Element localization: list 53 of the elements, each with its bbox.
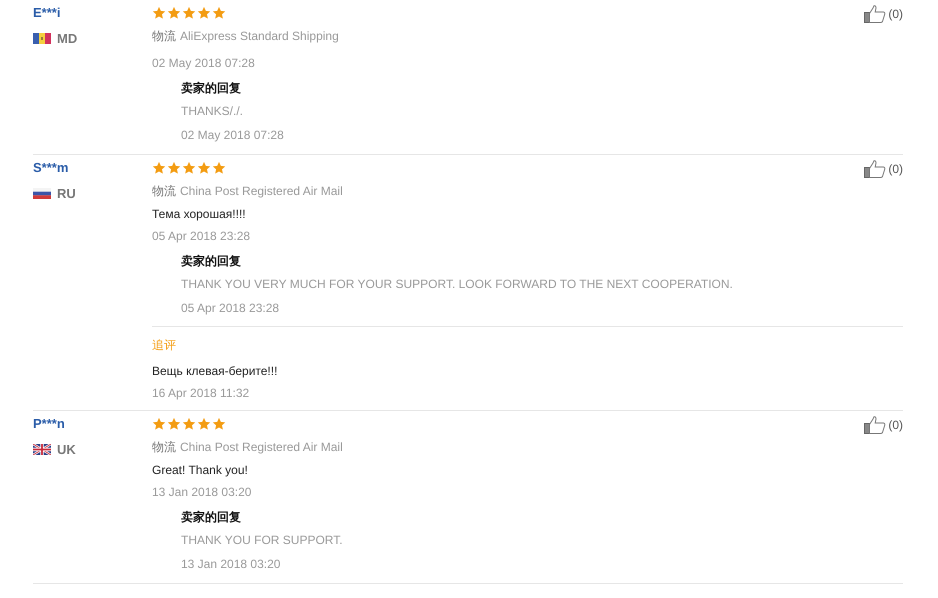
country-code: RU	[57, 185, 76, 203]
reply-text: THANK YOU VERY MUCH FOR YOUR SUPPORT. LOOK FORWARD TO THE NEXT COOPERATION.	[181, 276, 734, 293]
shipping-method: China Post Registered Air Mail	[180, 183, 343, 200]
star-icon	[212, 6, 226, 20]
country-code: UK	[57, 441, 76, 459]
star-icon	[182, 161, 196, 175]
star-icon	[152, 161, 166, 175]
reviewer-name: E***i	[33, 5, 62, 21]
reply-text: THANK YOU FOR SUPPORT.	[181, 532, 344, 549]
star-icon	[197, 6, 211, 20]
reply-heading: 卖家的回复	[181, 253, 242, 270]
star-icon	[182, 6, 196, 20]
flag-icon	[33, 33, 51, 44]
reply-text: THANKS/./.	[181, 103, 244, 120]
thumbs-up-icon	[864, 160, 886, 178]
like-count: (0)	[888, 161, 903, 178]
reply-date: 13 Jan 2018 03:20	[181, 556, 282, 573]
like-count: (0)	[888, 6, 903, 23]
reply-date: 05 Apr 2018 23:28	[181, 300, 280, 317]
reviewer-name: P***n	[33, 416, 66, 432]
star-icon	[152, 6, 166, 20]
star-icon	[212, 417, 226, 431]
follow-up-heading: 追评	[152, 337, 177, 354]
like-count: (0)	[888, 417, 903, 434]
reply-date: 02 May 2018 07:28	[181, 127, 285, 144]
review-date: 02 May 2018 07:28	[152, 55, 256, 72]
star-icon	[197, 417, 211, 431]
flag-icon	[33, 188, 51, 200]
reviewer-name: S***m	[33, 160, 70, 176]
star-icon	[167, 417, 181, 431]
review-text: Тема хорошая!!!!	[152, 206, 247, 223]
star-icon	[212, 161, 226, 175]
reply-heading: 卖家的回复	[181, 80, 242, 97]
shipping-label: 物流	[152, 439, 176, 456]
star-icon	[167, 161, 181, 175]
thumbs-up-icon	[864, 416, 886, 434]
shipping-label: 物流	[152, 28, 176, 45]
star-icon	[182, 417, 196, 431]
shipping-method: AliExpress Standard Shipping	[180, 28, 339, 45]
follow-up-text: Вещь клевая-берите!!!	[152, 363, 278, 380]
review-text: Great! Thank you!	[152, 462, 249, 479]
star-icon	[152, 417, 166, 431]
star-icon	[167, 6, 181, 20]
star-icon	[197, 161, 211, 175]
review-date: 05 Apr 2018 23:28	[152, 228, 252, 245]
shipping-method: China Post Registered Air Mail	[180, 439, 343, 456]
thumbs-up-icon	[864, 5, 886, 23]
flag-icon	[33, 444, 51, 456]
reply-heading: 卖家的回复	[181, 509, 242, 526]
country-code: MD	[57, 30, 78, 48]
shipping-label: 物流	[152, 183, 176, 200]
review-date: 13 Jan 2018 03:20	[152, 484, 252, 501]
follow-up-date: 16 Apr 2018 11:32	[152, 385, 250, 402]
